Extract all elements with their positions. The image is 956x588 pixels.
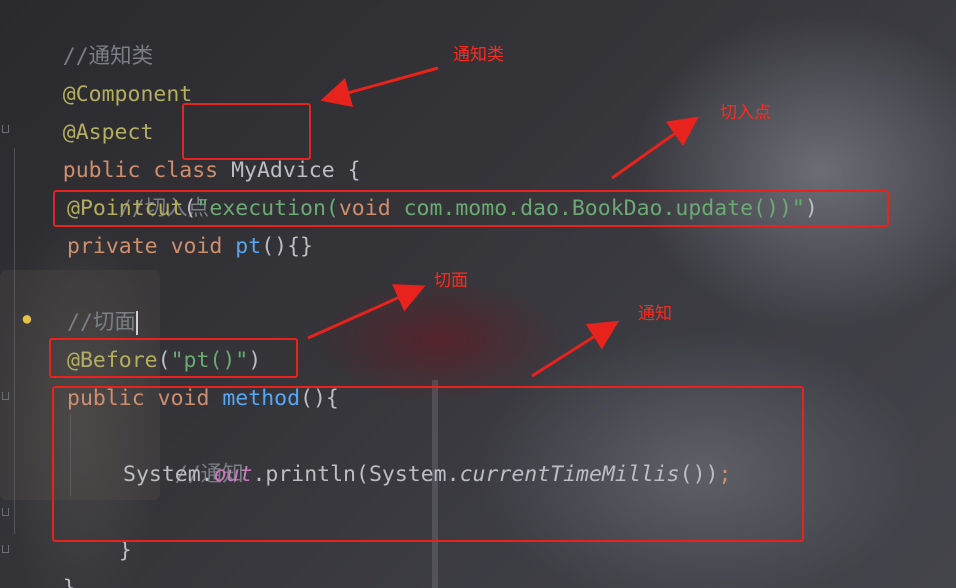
highlight-advice-method [52,386,804,542]
code-line-1[interactable]: //通知类 [11,0,153,69]
keyword-void: void [170,234,223,259]
fold-marker-icon[interactable] [2,125,9,133]
highlight-pointcut [53,190,889,227]
code-editor[interactable]: ● //通知类 @Component @Aspect public class … [0,0,956,588]
highlight-class-name [182,103,311,160]
brace-open: { [347,158,361,183]
code-line-3[interactable]: @Aspect [11,76,154,145]
keyword-private: private [67,234,158,259]
class-name: MyAdvice [231,158,335,183]
code-line-7[interactable]: private void pt(){} [67,228,313,266]
comment-aspect: //切面 [67,310,136,335]
highlight-before [49,338,298,378]
arrow-notify-class [320,66,439,108]
method-body: (){} [261,234,313,259]
arrow-aspect [307,284,426,340]
callout-pointcut: 切入点 [720,103,771,123]
pt-method-name: pt [235,234,262,259]
callout-aspect: 切面 [434,271,468,291]
fold-marker-icon[interactable] [2,545,9,553]
lightbulb-icon[interactable]: ● [19,310,35,328]
code-line-9[interactable]: //切面 [67,304,138,342]
callout-advice: 通知 [638,304,672,324]
callout-notify-class: 通知类 [453,45,504,65]
fold-marker-icon[interactable] [2,392,9,400]
arrow-advice [531,320,620,378]
code-line-2[interactable]: @Component [11,38,192,107]
text-cursor [135,311,138,335]
arrow-pointcut [611,116,699,180]
fold-marker-icon[interactable] [2,508,9,516]
class-close-brace: } [63,576,76,588]
